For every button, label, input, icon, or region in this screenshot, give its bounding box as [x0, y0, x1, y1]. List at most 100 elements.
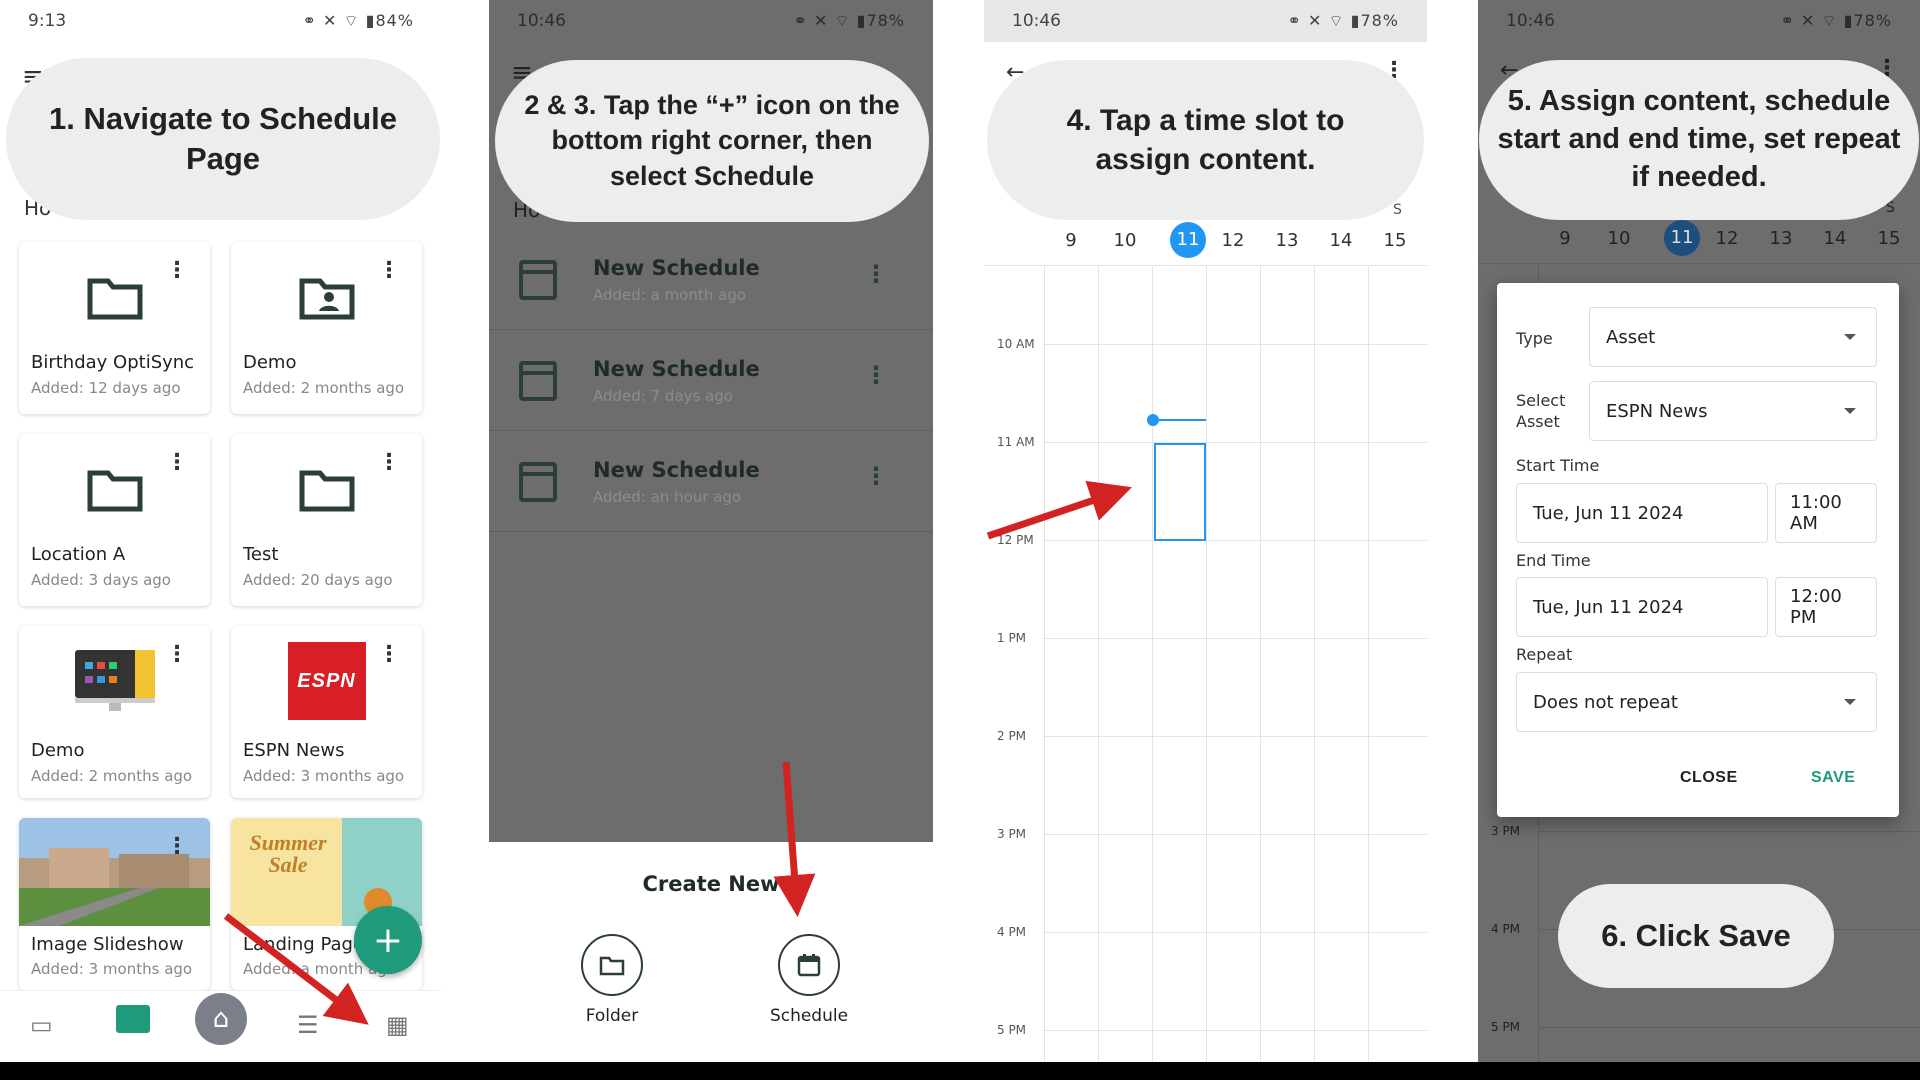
card-name: ESPN News — [243, 740, 345, 761]
status-icons: ⚭ ✕ ⌔ ▮84% — [302, 11, 414, 30]
callout-step-6: 6. Click Save — [1558, 884, 1834, 988]
add-fab-button[interactable]: + — [354, 906, 422, 974]
callout-step-2-3: 2 & 3. Tap the “+” icon on the bottom ri… — [495, 60, 929, 222]
card-item[interactable]: ESPN ⋮ ESPN News Added: 3 months ago — [231, 626, 422, 798]
day-cell[interactable]: 12 — [1700, 228, 1754, 249]
battery-level: 78% — [1853, 11, 1892, 30]
hour-label: 5 PM — [1491, 1020, 1521, 1034]
more-icon[interactable]: ⋮ — [166, 644, 188, 666]
battery-level: 78% — [866, 11, 905, 30]
schedule-title: New Schedule — [593, 458, 760, 482]
create-new-sheet: Create New Folder Schedule — [489, 842, 933, 1064]
schedule-title: New Schedule — [593, 256, 760, 280]
schedule-row[interactable]: New Schedule Added: a month ago ⋮ — [489, 230, 933, 330]
panel-home: 9:13 ⚭ ✕ ⌔ ▮84% ≡ Ho 1. Navigate to Sche… — [0, 0, 442, 1080]
select-asset-label: Select Asset — [1516, 391, 1566, 431]
nav-devices-icon[interactable]: ▭ — [30, 1011, 53, 1039]
status-bar: 9:13 ⚭ ✕ ⌔ ▮84% — [0, 0, 442, 42]
create-schedule-button[interactable] — [778, 934, 840, 996]
day-cell[interactable]: 9 — [1538, 228, 1592, 249]
more-icon[interactable]: ⋮ — [864, 260, 888, 288]
nav-home-icon[interactable]: ⌂ — [195, 993, 247, 1045]
calendar-icon — [519, 260, 557, 300]
more-icon[interactable]: ⋮ — [378, 260, 400, 282]
start-time-field[interactable]: 11:00 AM — [1775, 483, 1877, 543]
end-time-label: End Time — [1516, 551, 1591, 570]
nav-media-icon[interactable] — [116, 1005, 150, 1033]
day-cell[interactable]: 13 — [1754, 228, 1808, 249]
weekday-letter: S — [1393, 202, 1402, 218]
status-time: 10:46 — [1012, 11, 1061, 31]
card-item[interactable]: ⋮ Image Slideshow Added: 3 months ago — [19, 818, 210, 990]
nav-schedule-icon[interactable]: ▦ — [386, 1011, 409, 1039]
start-date-field[interactable]: Tue, Jun 11 2024 — [1516, 483, 1768, 543]
card-name: Image Slideshow — [31, 934, 184, 955]
card-added: Added: 20 days ago — [243, 571, 393, 589]
selected-time-slot[interactable] — [1154, 443, 1206, 541]
schedule-label: Schedule — [769, 1006, 849, 1026]
dropdown-caret-icon — [1844, 334, 1856, 340]
more-icon[interactable]: ⋮ — [864, 361, 888, 389]
status-icons: ⚭ ✕ ⌔ ▮78% — [793, 11, 905, 30]
card-name: Demo — [31, 740, 85, 761]
more-icon[interactable]: ⋮ — [378, 452, 400, 474]
day-cell[interactable]: 15 — [1862, 228, 1916, 249]
nav-list-icon[interactable]: ☰ — [297, 1011, 319, 1039]
day-cell[interactable]: 10 — [1592, 228, 1646, 249]
day-cell[interactable]: 15 — [1368, 230, 1422, 251]
hour-label: 5 PM — [997, 1023, 1027, 1037]
panel-assign-dialog: 10:46 ⚭ ✕ ⌔ ▮78% ← ⋮ S 9 10 11 12 13 14 … — [1478, 0, 1920, 1080]
card-name: Birthday OptiSync ... — [31, 352, 201, 373]
card-name: Location A — [31, 544, 126, 565]
more-icon[interactable]: ⋮ — [166, 836, 188, 858]
more-icon[interactable]: ⋮ — [378, 644, 400, 666]
status-time: 10:46 — [1506, 11, 1555, 31]
end-date-field[interactable]: Tue, Jun 11 2024 — [1516, 577, 1768, 637]
type-select[interactable]: Asset — [1589, 307, 1877, 367]
day-strip: 9 10 11 12 13 14 15 — [1044, 222, 1427, 262]
day-cell[interactable]: 12 — [1206, 230, 1260, 251]
hour-label: 12 PM — [997, 533, 1034, 547]
day-cell-selected[interactable]: 11 — [1664, 220, 1700, 256]
status-icons: ⚭ ✕ ⌔ ▮78% — [1780, 11, 1892, 30]
close-button[interactable]: CLOSE — [1680, 769, 1738, 787]
dropdown-caret-icon — [1844, 408, 1856, 414]
select-asset-dropdown[interactable]: ESPN News — [1589, 381, 1877, 441]
status-bar: 10:46 ⚭ ✕ ⌔ ▮78% — [984, 0, 1427, 42]
card-item[interactable]: ⋮ Demo Added: 2 months ago — [231, 242, 422, 414]
day-cell[interactable]: 10 — [1098, 230, 1152, 251]
more-icon[interactable]: ⋮ — [864, 462, 888, 490]
schedule-added: Added: a month ago — [593, 286, 746, 304]
day-cell[interactable]: 9 — [1044, 230, 1098, 251]
folder-icon — [599, 956, 625, 976]
current-time-indicator — [1152, 419, 1206, 421]
more-icon[interactable]: ⋮ — [166, 452, 188, 474]
save-button[interactable]: SAVE — [1811, 769, 1855, 787]
repeat-label: Repeat — [1516, 645, 1573, 664]
panel-calendar: 10:46 ⚭ ✕ ⌔ ▮78% ← ⋮ 4. Tap a time slot … — [984, 0, 1427, 1080]
callout-step-5: 5. Assign content, schedule start and en… — [1479, 60, 1919, 220]
repeat-dropdown[interactable]: Does not repeat — [1516, 672, 1877, 732]
day-cell[interactable]: 13 — [1260, 230, 1314, 251]
card-item[interactable]: ⋮ Demo Added: 2 months ago — [19, 626, 210, 798]
hour-label: 2 PM — [997, 729, 1027, 743]
day-cell[interactable]: 14 — [1808, 228, 1862, 249]
summer-sale-thumbnail: Summer Sale — [249, 830, 327, 877]
card-item[interactable]: ⋮ Birthday OptiSync ... Added: 12 days a… — [19, 242, 210, 414]
create-folder-button[interactable] — [581, 934, 643, 996]
hour-label: 3 PM — [1491, 824, 1521, 838]
calendar-icon — [797, 954, 821, 977]
hour-label: 4 PM — [997, 925, 1027, 939]
schedule-row[interactable]: New Schedule Added: 7 days ago ⋮ — [489, 331, 933, 431]
day-cell-selected[interactable]: 11 — [1170, 222, 1206, 258]
day-cell[interactable]: 14 — [1314, 230, 1368, 251]
card-item[interactable]: ⋮ Test Added: 20 days ago — [231, 434, 422, 606]
schedule-added: Added: 7 days ago — [593, 387, 733, 405]
type-label: Type — [1516, 329, 1553, 348]
more-icon[interactable]: ⋮ — [166, 260, 188, 282]
card-item[interactable]: ⋮ Location A Added: 3 days ago — [19, 434, 210, 606]
status-time: 10:46 — [517, 11, 566, 31]
schedule-row[interactable]: New Schedule Added: an hour ago ⋮ — [489, 432, 933, 532]
end-time-field[interactable]: 12:00 PM — [1775, 577, 1877, 637]
time-grid[interactable]: 10 AM 11 AM 12 PM 1 PM 2 PM 3 PM 4 PM 5 … — [984, 265, 1427, 1065]
